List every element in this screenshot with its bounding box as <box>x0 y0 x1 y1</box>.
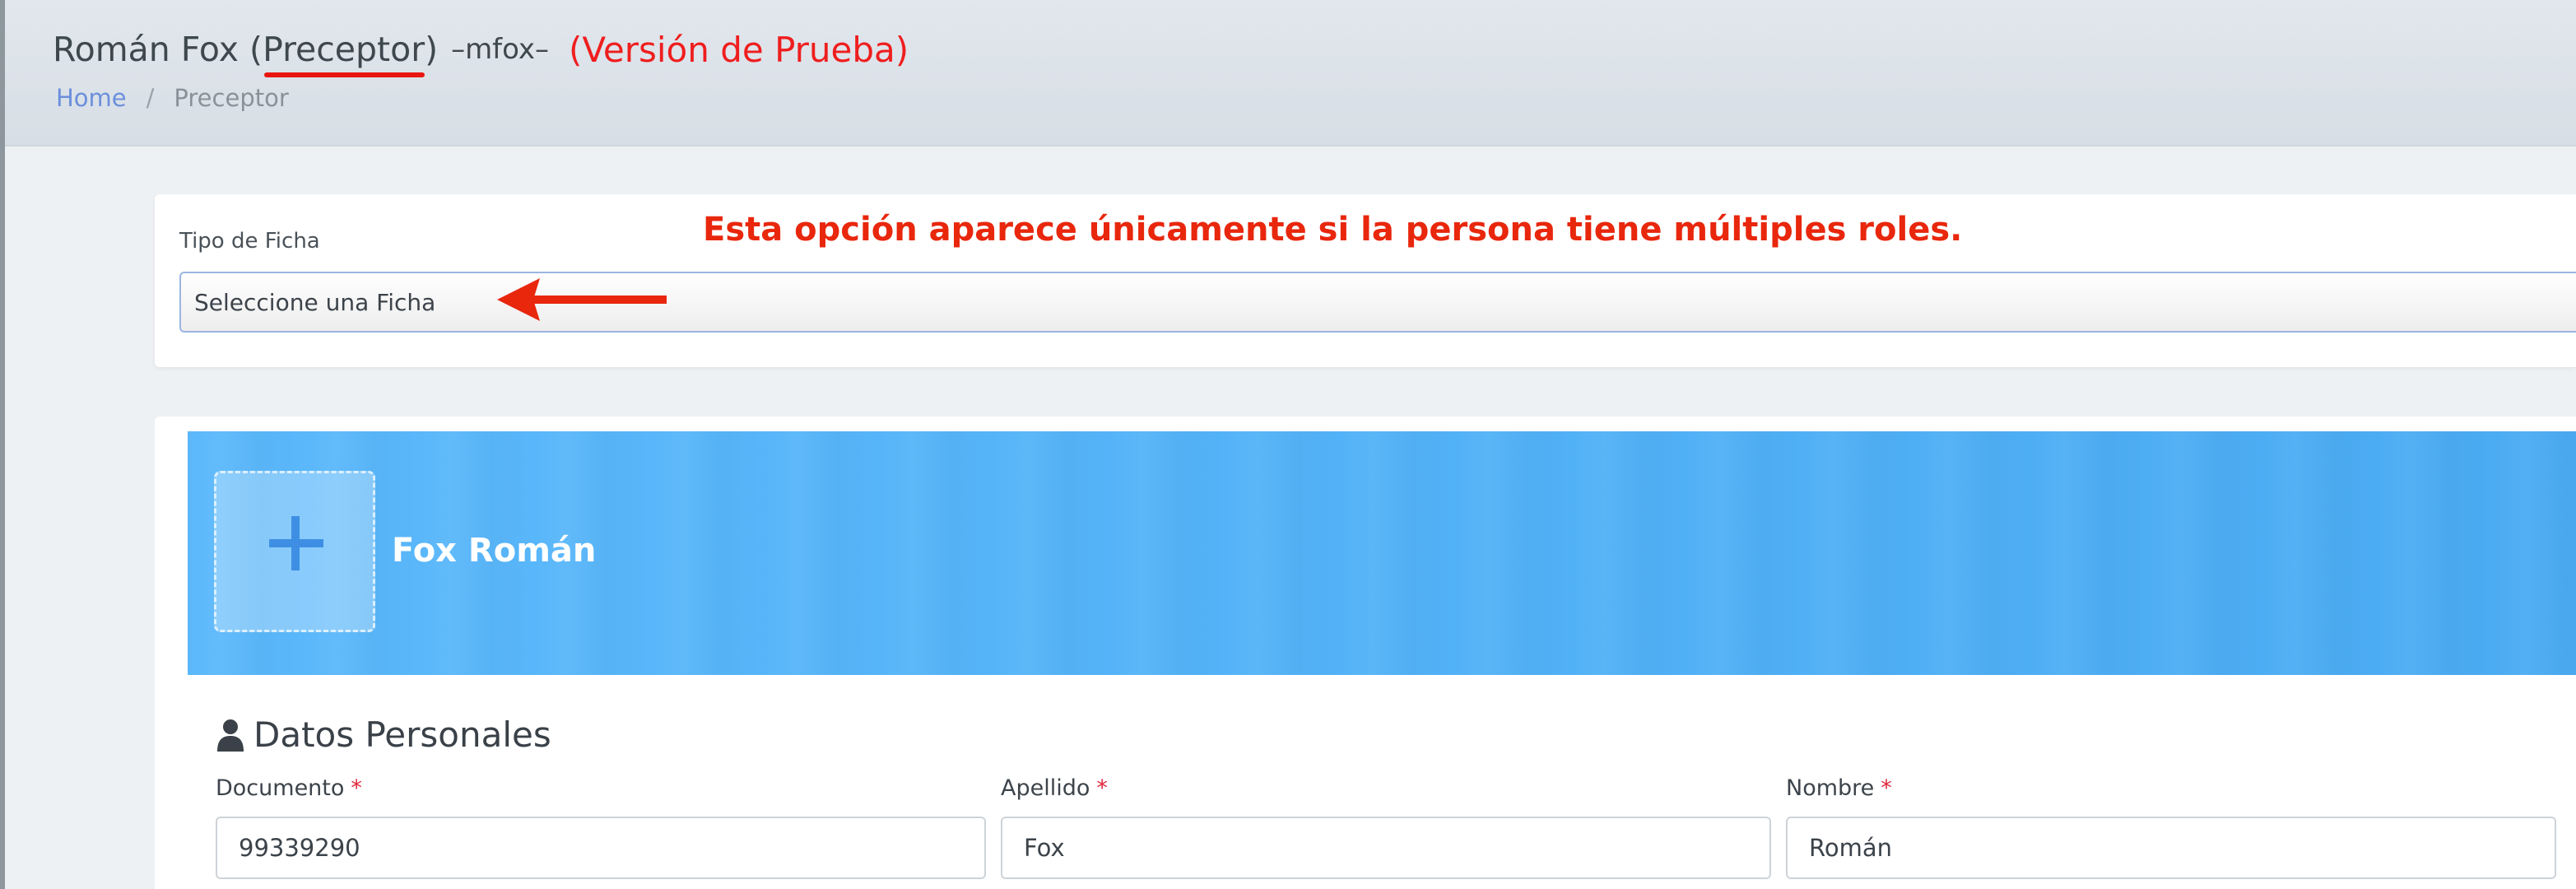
page-title: Román Fox ( Preceptor ) –mfox– (Versión … <box>53 25 909 77</box>
plus-icon <box>269 516 323 570</box>
documento-value: 99339290 <box>239 834 360 862</box>
datos-personales-label: Datos Personales <box>253 714 551 755</box>
nombre-label: Nombre * <box>1786 775 1892 801</box>
version-badge: (Versión de Prueba) <box>569 29 909 70</box>
tipo-ficha-label: Tipo de Ficha <box>179 229 320 254</box>
documento-label: Documento * <box>216 775 362 801</box>
page-header: Román Fox ( Preceptor ) –mfox– (Versión … <box>5 0 2576 147</box>
breadcrumb-home-link[interactable]: Home <box>56 84 127 112</box>
breadcrumb: Home / Preceptor <box>56 84 289 112</box>
annotation-arrow-icon <box>497 278 667 321</box>
title-role: Preceptor <box>263 30 425 69</box>
user-icon <box>217 719 244 752</box>
title-role-wrap: Preceptor <box>263 30 425 77</box>
apellido-field[interactable]: Fox <box>1001 817 1771 879</box>
documento-field[interactable]: 99339290 <box>216 817 986 879</box>
breadcrumb-separator: / <box>146 84 155 112</box>
required-mark: * <box>351 775 362 801</box>
annotation-underline <box>264 72 425 77</box>
nombre-field[interactable]: Román <box>1786 817 2556 879</box>
nombre-label-text: Nombre <box>1786 775 1875 801</box>
title-name: Román Fox ( <box>53 30 263 69</box>
apellido-label-text: Apellido <box>1001 775 1090 801</box>
profile-card: Fox Román Datos Personales Documento * 99… <box>155 417 2576 889</box>
annotation-note: Esta opción aparece únicamente si la per… <box>703 211 1963 249</box>
profile-name: Fox Román <box>392 532 597 570</box>
datos-personales-title: Datos Personales <box>216 714 551 755</box>
documento-label-text: Documento <box>216 775 345 801</box>
tipo-ficha-selected-value: Seleccione una Ficha <box>194 288 436 316</box>
avatar-upload[interactable] <box>214 471 375 632</box>
title-close-paren: ) <box>425 30 439 69</box>
breadcrumb-current: Preceptor <box>174 84 289 112</box>
required-mark: * <box>1096 775 1108 801</box>
nombre-value: Román <box>1809 834 1892 862</box>
apellido-label: Apellido * <box>1001 775 1108 801</box>
title-username: –mfox– <box>451 33 550 66</box>
required-mark: * <box>1881 775 1892 801</box>
profile-banner: Fox Román <box>188 431 2576 675</box>
apellido-value: Fox <box>1024 834 1065 862</box>
